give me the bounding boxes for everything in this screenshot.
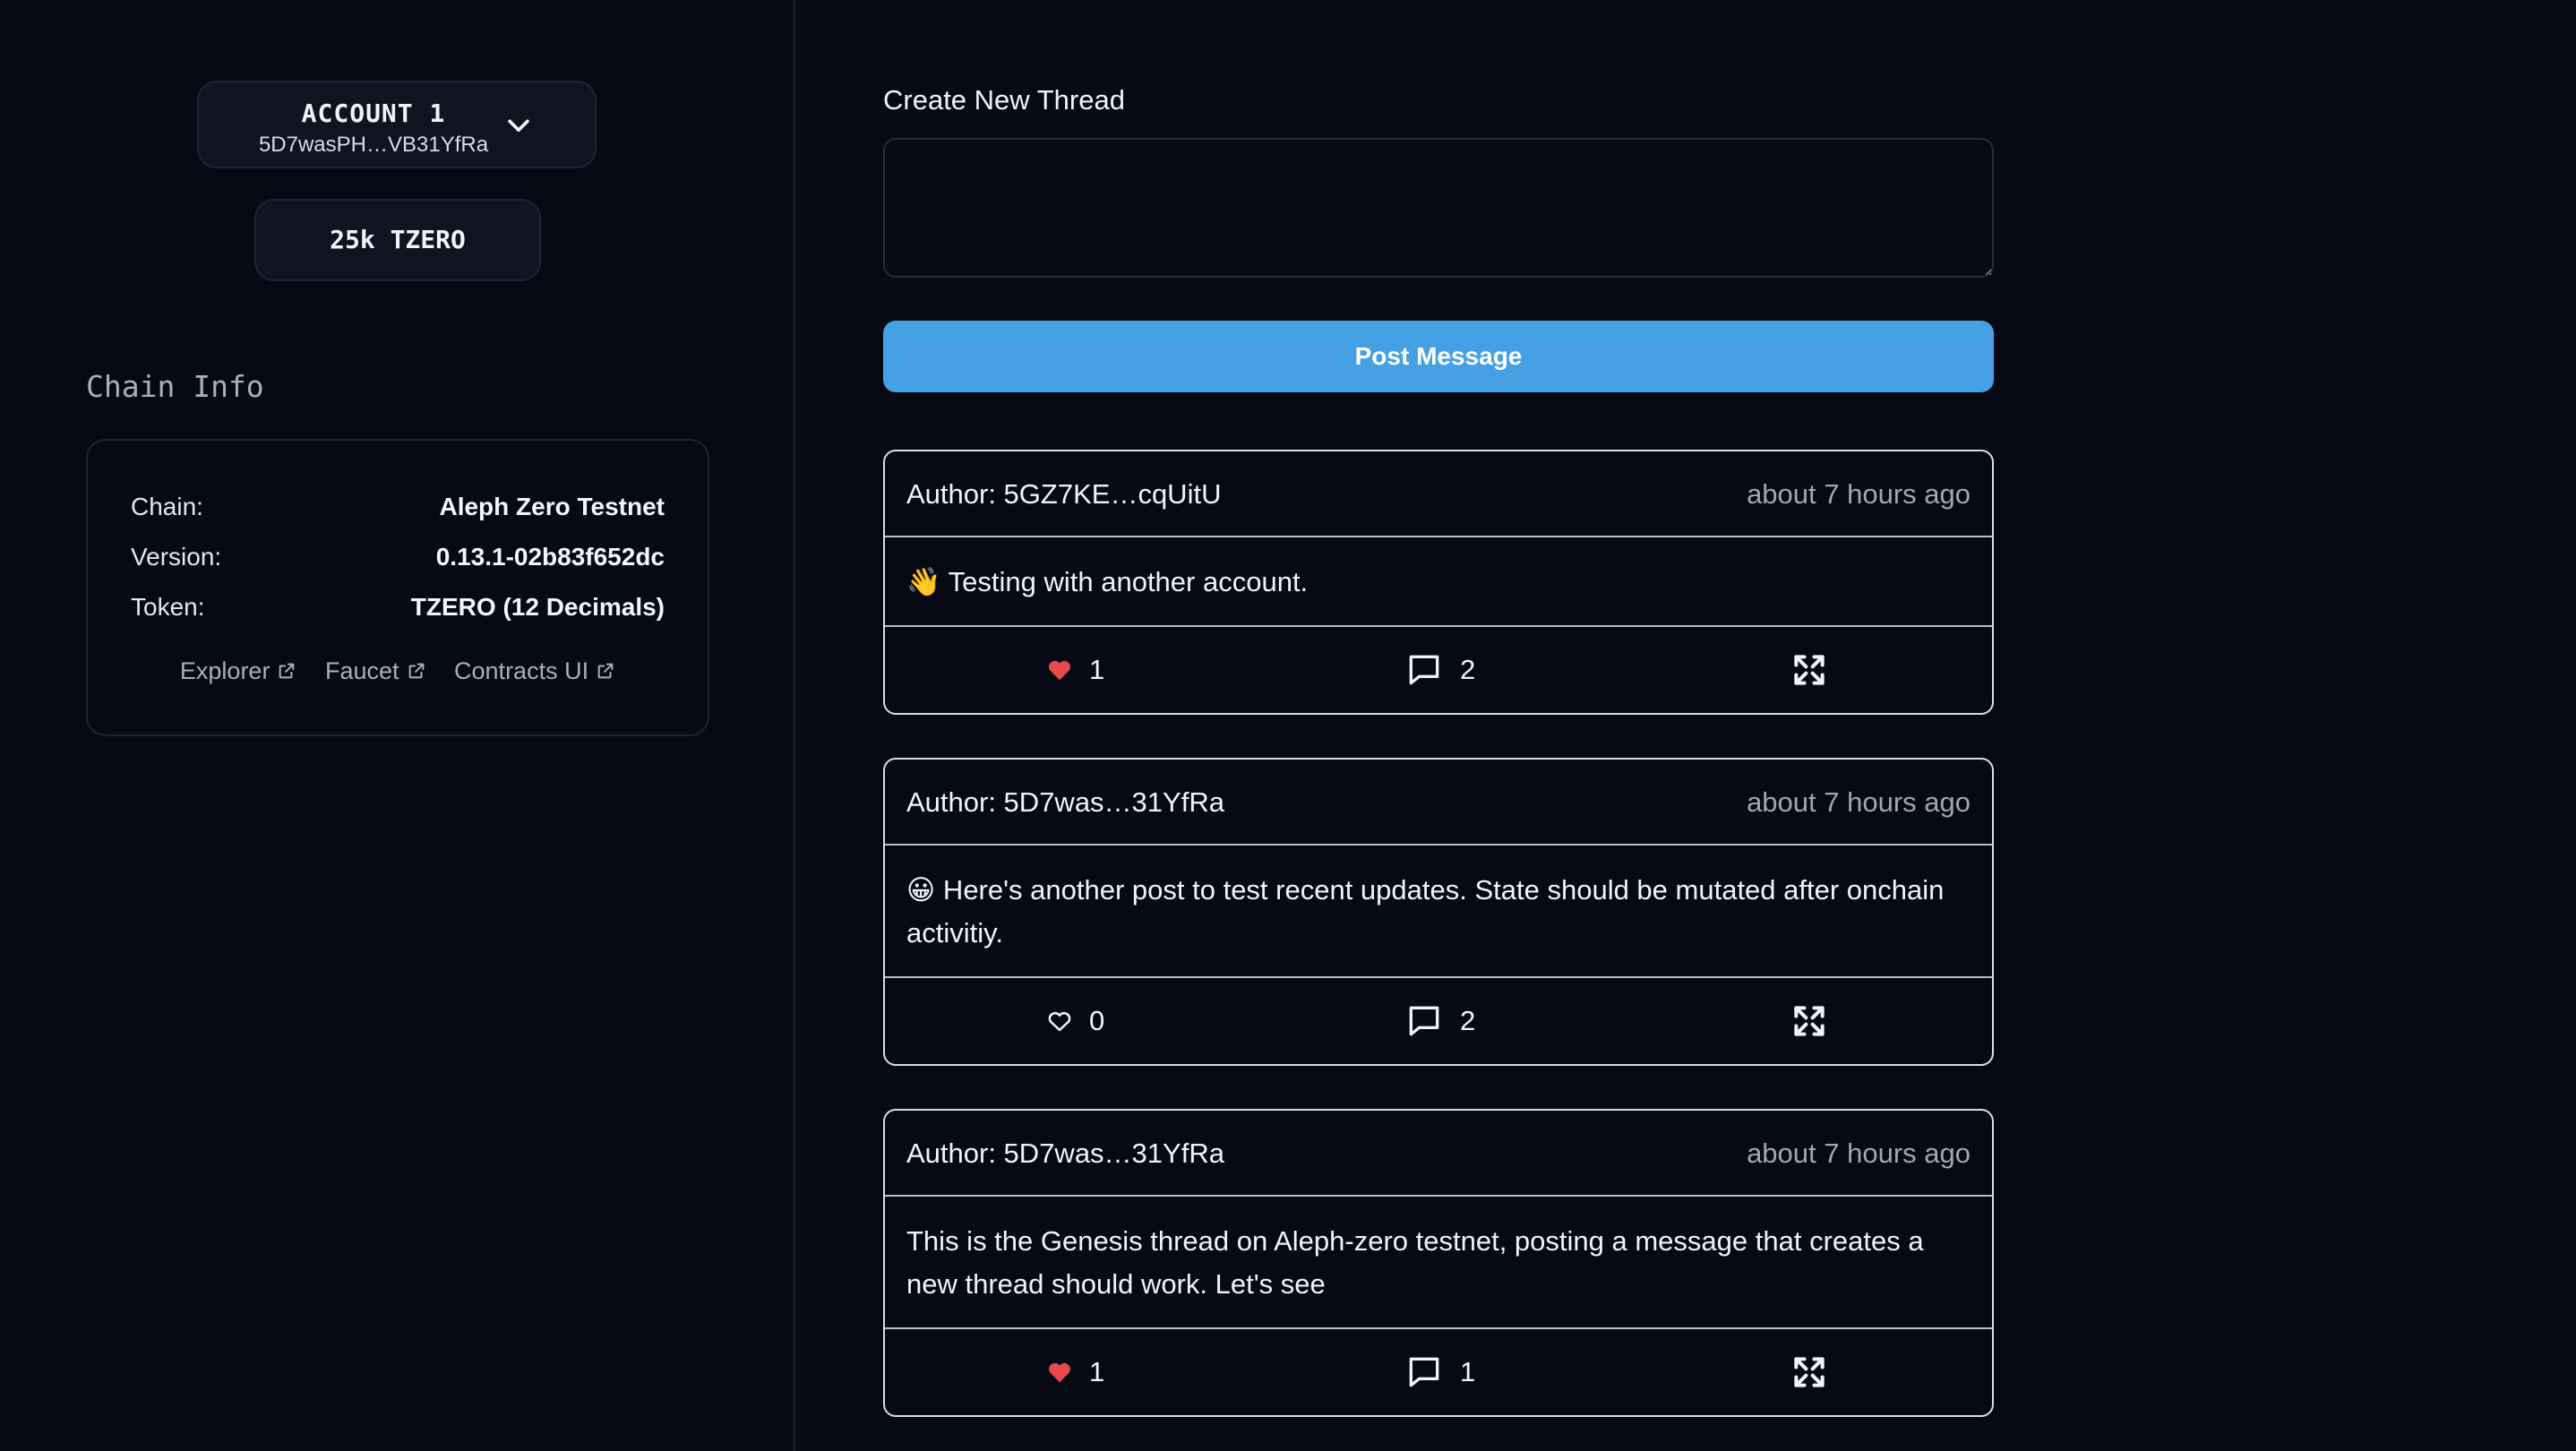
- comment-count: 2: [1460, 1005, 1476, 1036]
- thread-post: Author: 5GZ7KE…cqUitU about 7 hours ago …: [883, 450, 1994, 715]
- expand-button[interactable]: [1790, 1329, 1829, 1415]
- external-link-icon: [408, 663, 424, 679]
- expand-button[interactable]: [1790, 627, 1829, 713]
- post-message-button[interactable]: Post Message: [883, 321, 1994, 392]
- explorer-link[interactable]: Explorer: [180, 657, 297, 685]
- comment-count: 1: [1460, 1356, 1476, 1387]
- expand-icon: [1794, 655, 1825, 685]
- like-button[interactable]: 1: [1046, 627, 1104, 713]
- post-header: Author: 5GZ7KE…cqUitU about 7 hours ago: [885, 451, 1992, 537]
- heart-outline-icon: [1048, 1011, 1071, 1032]
- contracts-ui-link[interactable]: Contracts UI: [454, 657, 615, 685]
- like-count: 1: [1089, 654, 1105, 685]
- token-label: Token:: [131, 593, 205, 621]
- post-author: Author: 5D7was…31YfRa: [906, 1138, 1224, 1169]
- chain-value: Aleph Zero Testnet: [439, 493, 665, 520]
- expand-icon: [1794, 1357, 1825, 1387]
- heart-filled-icon: [1048, 1362, 1071, 1383]
- post-timestamp: about 7 hours ago: [1747, 478, 1971, 510]
- comment-button[interactable]: 1: [1404, 1329, 1475, 1415]
- expand-icon: [1794, 1006, 1825, 1036]
- expand-button[interactable]: [1790, 978, 1829, 1064]
- post-actions: 1 1: [885, 1329, 1992, 1415]
- post-body: 👋 Testing with another account.: [885, 537, 1992, 627]
- account-name: ACCOUNT 1: [301, 99, 446, 128]
- post-body: This is the Genesis thread on Aleph-zero…: [885, 1197, 1992, 1329]
- post-header: Author: 5D7was…31YfRa about 7 hours ago: [885, 760, 1992, 846]
- account-address: 5D7wasPH…VB31YfRa: [258, 133, 489, 157]
- chain-row-version: Version: 0.13.1-02b83f652dc: [131, 543, 665, 579]
- comment-button[interactable]: 2: [1404, 978, 1475, 1064]
- like-count: 0: [1089, 1005, 1105, 1036]
- create-thread-label: Create New Thread: [883, 84, 1125, 116]
- post-author: Author: 5GZ7KE…cqUitU: [906, 478, 1222, 510]
- version-label: Version:: [131, 543, 222, 571]
- post-body: 😀 Here's another post to test recent upd…: [885, 846, 1992, 978]
- comment-icon: [1409, 655, 1439, 685]
- comment-icon: [1409, 1006, 1439, 1036]
- post-actions: 1 2: [885, 627, 1992, 713]
- contracts-ui-link-label: Contracts UI: [454, 657, 589, 684]
- comment-button[interactable]: 2: [1404, 627, 1475, 713]
- post-header: Author: 5D7was…31YfRa about 7 hours ago: [885, 1111, 1992, 1197]
- like-button[interactable]: 0: [1046, 978, 1104, 1064]
- explorer-link-label: Explorer: [179, 657, 270, 684]
- token-value: TZERO (12 Decimals): [410, 593, 665, 621]
- comment-count: 2: [1460, 654, 1476, 685]
- chain-links: Explorer Faucet Contracts UI: [88, 657, 708, 685]
- faucet-link[interactable]: Faucet: [325, 657, 426, 685]
- external-link-icon: [597, 663, 614, 679]
- chain-label: Chain:: [131, 493, 203, 520]
- post-timestamp: about 7 hours ago: [1747, 1138, 1971, 1169]
- chain-row-chain: Chain: Aleph Zero Testnet: [131, 493, 665, 528]
- account-selector-button[interactable]: ACCOUNT 1 5D7wasPH…VB31YfRa: [197, 81, 597, 168]
- chevron-down-icon: [508, 119, 529, 133]
- sidebar: ACCOUNT 1 5D7wasPH…VB31YfRa 25k TZERO Ch…: [0, 0, 795, 1451]
- chain-row-token: Token: TZERO (12 Decimals): [131, 593, 665, 629]
- post-actions: 0 2: [885, 978, 1992, 1064]
- like-button[interactable]: 1: [1046, 1329, 1104, 1415]
- balance-badge: 25k TZERO: [254, 199, 541, 281]
- app-root: ACCOUNT 1 5D7wasPH…VB31YfRa 25k TZERO Ch…: [0, 0, 2576, 1451]
- thread-input[interactable]: [883, 138, 1994, 278]
- post-timestamp: about 7 hours ago: [1747, 786, 1971, 818]
- post-author: Author: 5D7was…31YfRa: [906, 786, 1224, 818]
- version-value: 0.13.1-02b83f652dc: [435, 543, 665, 571]
- like-count: 1: [1089, 1356, 1105, 1387]
- chain-info-heading: Chain Info: [86, 369, 264, 404]
- external-link-icon: [279, 663, 295, 679]
- heart-filled-icon: [1048, 660, 1071, 681]
- thread-post: Author: 5D7was…31YfRa about 7 hours ago …: [883, 1109, 1994, 1417]
- chain-info-card: Chain: Aleph Zero Testnet Version: 0.13.…: [86, 439, 709, 736]
- thread-post: Author: 5D7was…31YfRa about 7 hours ago …: [883, 758, 1994, 1066]
- thread-feed: Create New Thread Post Message Author: 5…: [883, 0, 1994, 1451]
- faucet-link-label: Faucet: [324, 657, 399, 684]
- comment-icon: [1409, 1357, 1439, 1387]
